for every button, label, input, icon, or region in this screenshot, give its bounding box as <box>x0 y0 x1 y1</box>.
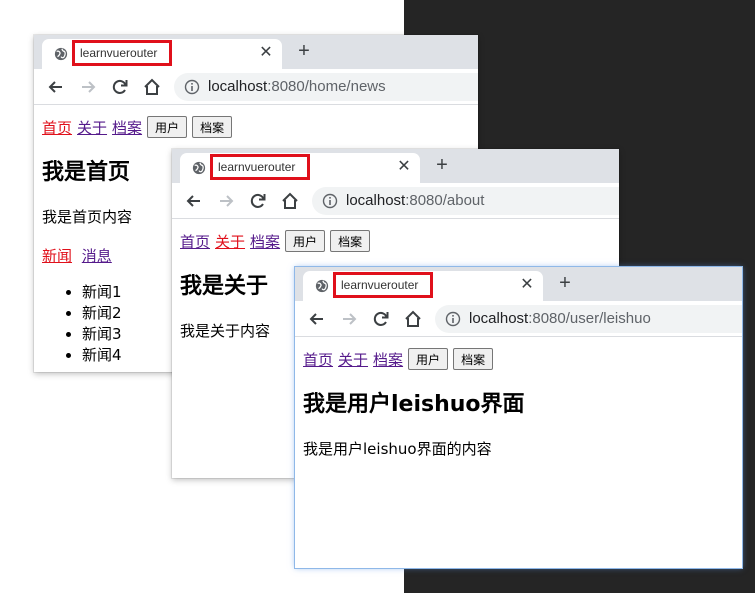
user-button[interactable]: 用户 <box>147 116 188 138</box>
close-icon[interactable]: ✕ <box>519 277 535 293</box>
browser-window-user: learnvuerouter ✕ + localhost:8080/user/l… <box>295 267 742 568</box>
page-paragraph: 我是用户leishuo界面的内容 <box>303 440 492 458</box>
tab-title: learnvuerouter <box>333 272 433 298</box>
page-heading: 我是用户leishuo界面 <box>303 392 525 417</box>
tab-strip: learnvuerouter ✕ + <box>34 35 478 69</box>
archive-button[interactable]: 档案 <box>453 348 494 370</box>
back-arrow-icon[interactable] <box>184 191 204 211</box>
nav-link-home[interactable]: 首页 <box>42 117 72 138</box>
router-nav: 首页 关于 档案 用户 档案 <box>180 228 611 254</box>
user-button[interactable]: 用户 <box>285 230 326 252</box>
tab-strip: learnvuerouter ✕ + <box>172 149 619 183</box>
router-nav: 首页 关于 档案 用户 档案 <box>303 346 734 372</box>
plus-icon[interactable]: + <box>432 155 452 175</box>
reload-icon[interactable] <box>110 77 130 97</box>
url-text: localhost:8080/user/leishuo <box>469 310 651 327</box>
nav-link-home[interactable]: 首页 <box>303 349 333 370</box>
nav-link-archive[interactable]: 档案 <box>373 349 403 370</box>
browser-toolbar: localhost:8080/user/leishuo <box>295 301 742 337</box>
home-icon[interactable] <box>280 191 300 211</box>
home-icon[interactable] <box>403 309 423 329</box>
address-bar[interactable]: localhost:8080/user/leishuo <box>435 305 742 333</box>
browser-tab[interactable]: learnvuerouter ✕ <box>180 153 420 183</box>
forward-arrow-icon[interactable] <box>78 77 98 97</box>
reload-icon[interactable] <box>371 309 391 329</box>
browser-tab[interactable]: learnvuerouter ✕ <box>42 39 282 69</box>
user-button[interactable]: 用户 <box>408 348 449 370</box>
sub-nav-link-messages[interactable]: 消息 <box>82 247 112 265</box>
browser-tab[interactable]: learnvuerouter ✕ <box>303 271 543 301</box>
tab-strip: learnvuerouter ✕ + <box>295 267 742 301</box>
url-text: localhost:8080/about <box>346 192 485 209</box>
info-icon[interactable] <box>184 79 200 95</box>
forward-arrow-icon[interactable] <box>216 191 236 211</box>
close-icon[interactable]: ✕ <box>396 159 412 175</box>
forward-arrow-icon[interactable] <box>339 309 359 329</box>
archive-button[interactable]: 档案 <box>330 230 371 252</box>
back-arrow-icon[interactable] <box>307 309 327 329</box>
page-content: 首页 关于 档案 用户 档案 我是用户leishuo界面 我是用户leishuo… <box>295 337 742 568</box>
browser-toolbar: localhost:8080/about <box>172 183 619 219</box>
info-icon[interactable] <box>445 311 461 327</box>
info-icon[interactable] <box>322 193 338 209</box>
globe-icon <box>315 279 329 293</box>
router-nav: 首页 关于 档案 用户 档案 <box>42 114 470 140</box>
tab-title: learnvuerouter <box>210 154 310 180</box>
nav-link-about[interactable]: 关于 <box>215 231 245 252</box>
browser-toolbar: localhost:8080/home/news <box>34 69 478 105</box>
nav-link-home[interactable]: 首页 <box>180 231 210 252</box>
nav-link-archive[interactable]: 档案 <box>250 231 280 252</box>
globe-icon <box>192 161 206 175</box>
sub-nav-link-news[interactable]: 新闻 <box>42 247 72 265</box>
nav-link-archive[interactable]: 档案 <box>112 117 142 138</box>
reload-icon[interactable] <box>248 191 268 211</box>
address-bar[interactable]: localhost:8080/about <box>312 187 619 215</box>
archive-button[interactable]: 档案 <box>192 116 233 138</box>
back-arrow-icon[interactable] <box>46 77 66 97</box>
close-icon[interactable]: ✕ <box>258 45 274 61</box>
address-bar[interactable]: localhost:8080/home/news <box>174 73 478 101</box>
nav-link-about[interactable]: 关于 <box>338 349 368 370</box>
nav-link-about[interactable]: 关于 <box>77 117 107 138</box>
tab-title: learnvuerouter <box>72 40 172 66</box>
home-icon[interactable] <box>142 77 162 97</box>
plus-icon[interactable]: + <box>294 41 314 61</box>
plus-icon[interactable]: + <box>555 273 575 293</box>
url-text: localhost:8080/home/news <box>208 78 386 95</box>
globe-icon <box>54 47 68 61</box>
